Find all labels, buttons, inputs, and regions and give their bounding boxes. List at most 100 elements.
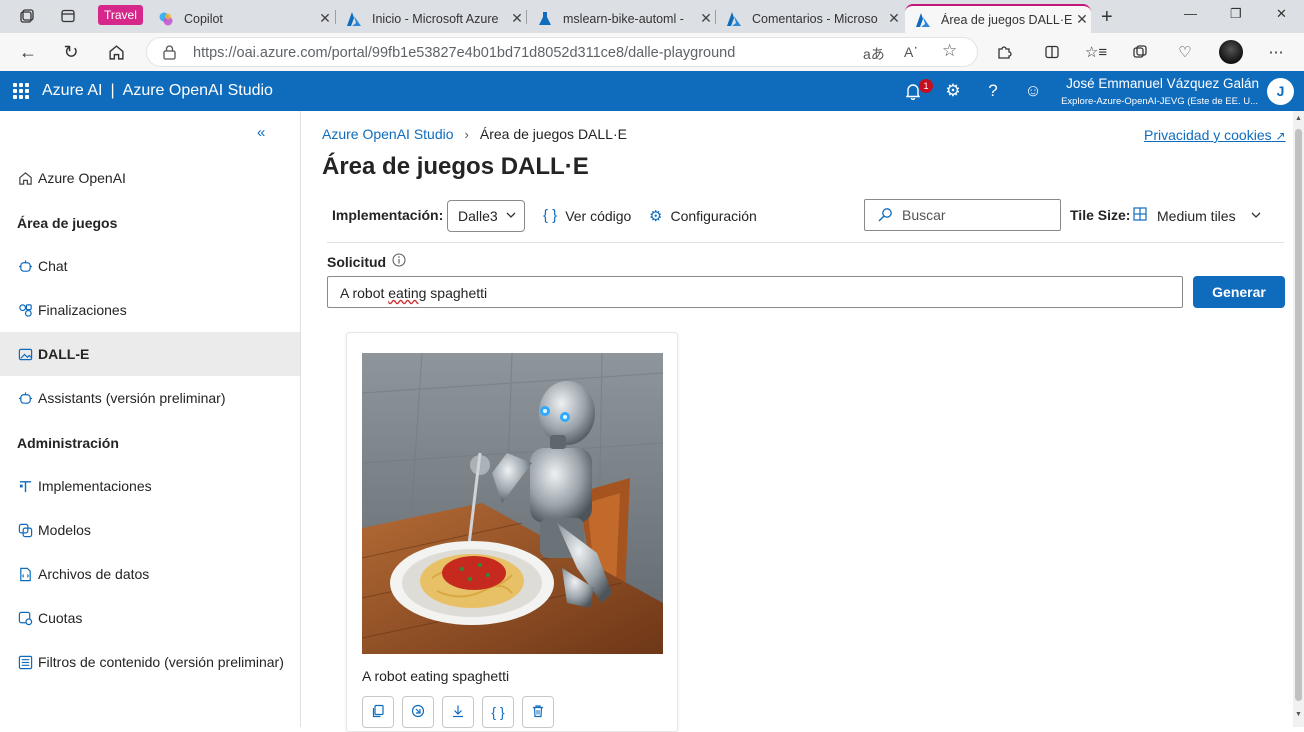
sidebar-item-chat[interactable]: Chat	[0, 244, 300, 288]
collapse-sidebar-icon[interactable]: «	[257, 124, 265, 141]
sidebar-item-azure-openai[interactable]: Azure OpenAI	[0, 156, 300, 200]
sidebar-item-content-filters[interactable]: Filtros de contenido (versión preliminar…	[0, 640, 300, 684]
download-icon	[451, 704, 465, 721]
address-bar[interactable]: https://oai.azure.com/portal/99fb1e53827…	[146, 37, 978, 67]
completions-icon	[17, 302, 33, 318]
prompt-label: Solicitud	[327, 253, 406, 270]
browser-tab-copilot[interactable]: Copilot ✕	[148, 4, 334, 33]
sidebar-item-data-files[interactable]: Archivos de datos	[0, 552, 300, 596]
browser-tab-comentarios[interactable]: Comentarios - Microso ✕	[716, 4, 903, 33]
info-icon[interactable]	[392, 253, 406, 270]
collections-icon[interactable]	[1129, 41, 1151, 63]
more-options-icon[interactable]: ⋯	[1265, 41, 1287, 63]
close-window-icon[interactable]: ✕	[1276, 6, 1287, 22]
url-text: https://oai.azure.com/portal/99fb1e53827…	[193, 45, 736, 61]
read-aloud-icon[interactable]: A᾽	[904, 44, 918, 60]
favorites-icon[interactable]: ☆≡	[1085, 41, 1107, 63]
page-title: Área de juegos DALL·E	[322, 153, 589, 180]
download-button[interactable]	[442, 696, 474, 728]
sidebar-item-label: Filtros de contenido (versión preliminar…	[38, 654, 284, 670]
sidebar-item-assistants[interactable]: Assistants (versión preliminar)	[0, 376, 300, 420]
home-icon[interactable]	[104, 40, 128, 64]
user-name[interactable]: José Emmanuel Vázquez Galán	[1066, 76, 1259, 91]
sidebar-item-deployments[interactable]: Implementaciones	[0, 464, 300, 508]
sidebar: « Azure OpenAI Área de juegos Chat Final…	[0, 111, 301, 727]
tab-title: Comentarios - Microso	[752, 11, 878, 26]
close-tab-icon[interactable]: ✕	[508, 10, 526, 27]
browser-tab-mslearn[interactable]: mslearn-bike-automl - ✕	[527, 4, 715, 33]
tab-actions-icon[interactable]	[59, 7, 77, 25]
sidebar-item-label: DALL-E	[38, 346, 90, 362]
page-scrollbar[interactable]: ▲ ▼	[1293, 111, 1304, 727]
sidebar-item-models[interactable]: Modelos	[0, 508, 300, 552]
scroll-up-icon[interactable]: ▲	[1295, 115, 1302, 122]
tab-title: mslearn-bike-automl -	[563, 11, 684, 26]
view-json-button[interactable]: { }	[482, 696, 514, 728]
chevron-right-icon: ›	[464, 126, 469, 142]
copy-button[interactable]	[362, 696, 394, 728]
delete-button[interactable]	[522, 696, 554, 728]
prompt-text-misspelled: eating	[388, 285, 427, 301]
assistant-icon	[17, 390, 33, 406]
restore-icon[interactable]: ❐	[1230, 6, 1242, 22]
refresh-icon[interactable]: ↻	[59, 40, 83, 64]
flask-icon	[537, 11, 553, 27]
workspace-badge[interactable]: Travel	[98, 5, 143, 25]
browser-tab-azure-home[interactable]: Inicio - Microsoft Azure ✕	[336, 4, 526, 33]
prompt-text-end: spaghetti	[426, 285, 488, 301]
user-avatar[interactable]: J	[1267, 78, 1294, 105]
settings-gear-icon[interactable]: ⚙	[942, 80, 964, 102]
back-icon[interactable]: ←	[16, 40, 40, 64]
view-code-label: Ver código	[565, 207, 632, 224]
search-input[interactable]: Buscar	[864, 199, 1061, 231]
close-tab-icon[interactable]: ✕	[316, 10, 334, 27]
open-in-button[interactable]	[402, 696, 434, 728]
sidebar-group-playground: Área de juegos	[17, 215, 118, 231]
breadcrumb-link-studio[interactable]: Azure OpenAI Studio	[322, 126, 454, 142]
workspaces-icon[interactable]	[18, 7, 36, 25]
tile-size-select[interactable]: Medium tiles	[1133, 207, 1262, 224]
trash-icon	[531, 704, 545, 721]
copilot-icon	[158, 11, 174, 27]
generate-button[interactable]: Generar	[1193, 276, 1285, 308]
azure-icon	[346, 11, 362, 27]
brand[interactable]: Azure AI | Azure OpenAI Studio	[42, 82, 273, 100]
close-tab-icon[interactable]: ✕	[697, 10, 715, 27]
deployments-icon	[17, 478, 33, 494]
app-launcher-icon[interactable]	[13, 83, 29, 99]
deployment-select[interactable]: Dalle3	[447, 200, 525, 232]
new-tab-icon[interactable]: +	[1101, 6, 1113, 29]
deployment-value: Dalle3	[458, 208, 498, 224]
privacy-link[interactable]: Privacidad y cookies ↗	[1144, 127, 1286, 143]
scroll-down-icon[interactable]: ▼	[1295, 711, 1302, 718]
sidebar-item-completions[interactable]: Finalizaciones	[0, 288, 300, 332]
browser-tab-dalle[interactable]: Área de juegos DALL·E ✕	[905, 4, 1091, 33]
search-icon	[877, 207, 893, 226]
feedback-smiley-icon[interactable]: ☺	[1022, 80, 1044, 102]
prompt-input[interactable]: A robot eating spaghetti	[327, 276, 1183, 308]
user-directory[interactable]: Explore-Azure-OpenAI-JEVG (Este de EE. U…	[1061, 96, 1258, 107]
sidebar-item-quotas[interactable]: Cuotas	[0, 596, 300, 640]
close-tab-icon[interactable]: ✕	[885, 10, 903, 27]
content-filters-icon	[17, 654, 33, 670]
generated-image[interactable]	[362, 353, 663, 654]
translate-icon[interactable]: aあ	[863, 44, 885, 64]
minimize-icon[interactable]: —	[1184, 6, 1197, 21]
code-braces-icon: { }	[491, 704, 505, 720]
view-code-button[interactable]: { } Ver código	[543, 207, 631, 224]
profile-avatar[interactable]	[1219, 40, 1243, 64]
models-icon	[17, 522, 33, 538]
configuration-button[interactable]: ⚙ Configuración	[649, 207, 757, 225]
favorite-star-icon[interactable]: ☆	[942, 41, 957, 61]
split-screen-icon[interactable]	[1041, 41, 1063, 63]
privacy-link-label: Privacidad y cookies	[1144, 127, 1272, 143]
close-tab-icon[interactable]: ✕	[1073, 11, 1091, 28]
help-icon[interactable]: ?	[982, 80, 1004, 102]
extensions-icon[interactable]	[993, 41, 1015, 63]
browser-essentials-icon[interactable]: ♡	[1174, 41, 1196, 63]
notification-badge: 1	[919, 79, 933, 93]
sidebar-item-dalle[interactable]: DALL-E	[0, 332, 300, 376]
lock-icon[interactable]	[163, 45, 176, 65]
code-braces-icon: { }	[543, 207, 558, 224]
scrollbar-thumb[interactable]	[1295, 129, 1302, 701]
